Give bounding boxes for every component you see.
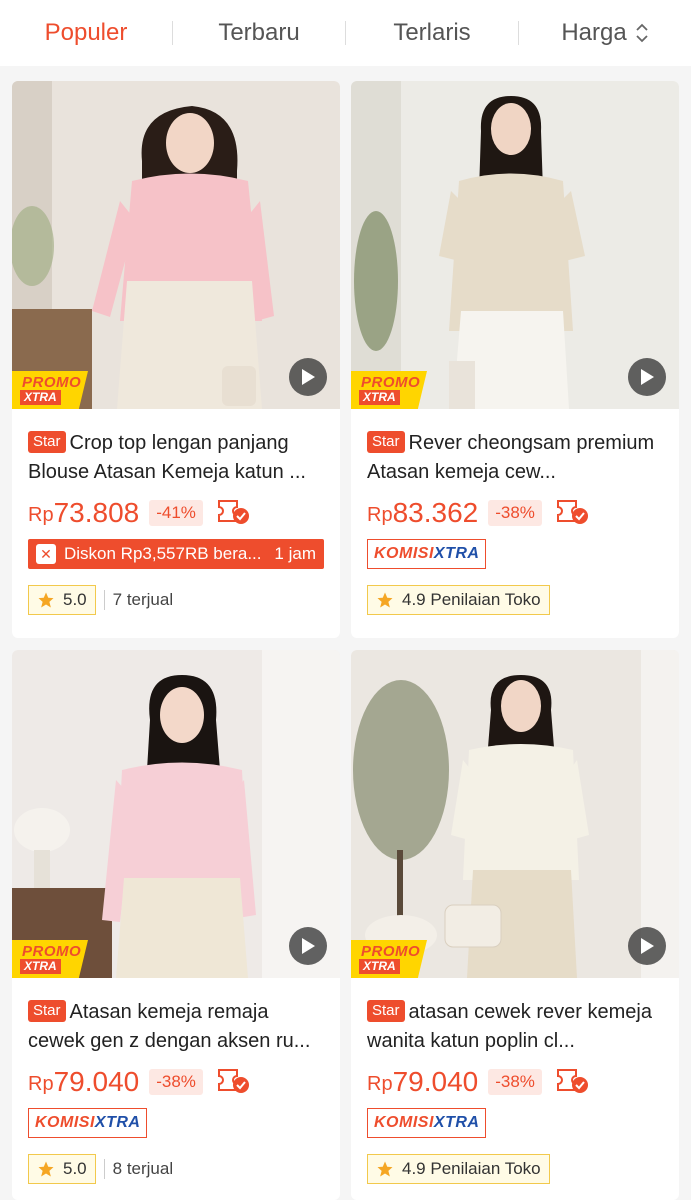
sold-count: 7 terjual xyxy=(112,590,174,609)
tab-terbaru[interactable]: Terbaru xyxy=(173,0,345,66)
product-card[interactable]: PROMO XTRA Star Rever cheongsam premium A… xyxy=(351,81,679,638)
product-photo xyxy=(12,650,340,978)
promo-label-xtra: XTRA xyxy=(359,959,400,974)
divider xyxy=(103,590,105,610)
star-icon xyxy=(377,1161,393,1177)
currency: Rp xyxy=(367,503,393,526)
promo-label: PROMO xyxy=(361,374,421,391)
divider xyxy=(103,1159,105,1179)
promo-label-xtra: XTRA xyxy=(20,390,61,405)
product-title-text: Rever cheongsam premium Atasan kemeja ce… xyxy=(367,432,655,483)
rating-badge: 4.9 Penilaian Toko xyxy=(367,585,550,615)
komisi-xtra-badge: KOMISI XTRA xyxy=(28,1108,148,1138)
product-card[interactable]: PROMO XTRA Star Atasan kemeja remaja cewe… xyxy=(12,650,340,1200)
play-video-icon[interactable] xyxy=(289,927,327,965)
product-price: 73.808 xyxy=(53,497,140,528)
flash-time: 1 jam xyxy=(274,544,316,563)
star-seller-badge: Star xyxy=(367,1000,405,1022)
tab-label: Harga xyxy=(561,19,627,46)
product-title: Star atasan cewek rever kemeja wanita kat… xyxy=(367,998,663,1056)
sold-count: 8 terjual xyxy=(112,1159,174,1178)
product-card[interactable]: PROMO XTRA Star atasan cewek rever kemeja… xyxy=(351,650,679,1200)
promo-xtra-badge: PROMO XTRA xyxy=(351,940,427,978)
promo-label: PROMO xyxy=(22,374,82,391)
rating-badge: 4.9 Penilaian Toko xyxy=(367,1154,550,1184)
currency: Rp xyxy=(28,503,54,526)
product-image[interactable]: PROMO XTRA xyxy=(351,650,679,978)
komisi-label-xtra: XTRA xyxy=(433,1114,480,1131)
rating-badge: 5.0 xyxy=(28,585,96,615)
product-title-text: atasan cewek rever kemeja wanita katun p… xyxy=(367,1001,652,1052)
product-image[interactable]: PROMO XTRA xyxy=(12,81,340,409)
product-grid: PROMO XTRA Star Crop top lengan panjang B… xyxy=(0,66,691,1200)
product-photo xyxy=(351,650,679,978)
flash-text: Diskon Rp3,557RB bera... xyxy=(64,544,262,563)
product-photo xyxy=(351,81,679,409)
product-title-text: Crop top lengan panjang Blouse Atasan Ke… xyxy=(28,432,306,483)
tab-harga[interactable]: Harga xyxy=(519,0,691,66)
tab-label: Terlaris xyxy=(393,19,471,46)
product-image[interactable]: PROMO XTRA xyxy=(12,650,340,978)
rating-value: 4.9 Penilaian Toko xyxy=(402,590,541,609)
promo-xtra-badge: PROMO XTRA xyxy=(12,371,88,409)
komisi-label: KOMISI xyxy=(374,1114,434,1131)
voucher-icon xyxy=(215,1066,251,1099)
sort-arrows-icon xyxy=(635,22,649,44)
flash-discount-banner[interactable]: ✕ Diskon Rp3,557RB bera... 1 jam xyxy=(28,539,324,569)
star-seller-badge: Star xyxy=(28,431,66,453)
voucher-icon xyxy=(215,497,251,530)
tab-populer[interactable]: Populer xyxy=(0,0,172,66)
discount-badge: -38% xyxy=(488,500,542,526)
discount-badge: -41% xyxy=(149,500,203,526)
komisi-xtra-badge: KOMISI XTRA xyxy=(367,539,487,569)
star-icon xyxy=(377,592,393,608)
rating-value: 4.9 Penilaian Toko xyxy=(402,1159,541,1178)
komisi-label: KOMISI xyxy=(374,545,434,562)
promo-label-xtra: XTRA xyxy=(359,390,400,405)
komisi-xtra-badge: KOMISI XTRA xyxy=(367,1108,487,1138)
currency: Rp xyxy=(28,1072,54,1095)
currency: Rp xyxy=(367,1072,393,1095)
discount-badge: -38% xyxy=(149,1069,203,1095)
star-icon xyxy=(38,592,54,608)
promo-xtra-badge: PROMO XTRA xyxy=(12,940,88,978)
play-video-icon[interactable] xyxy=(628,927,666,965)
product-title: Star Rever cheongsam premium Atasan kemej… xyxy=(367,429,663,487)
star-icon xyxy=(38,1161,54,1177)
promo-label: PROMO xyxy=(22,943,82,960)
product-title: Star Crop top lengan panjang Blouse Atasa… xyxy=(28,429,324,487)
rating-value: 5.0 xyxy=(63,590,87,609)
rating-value: 5.0 xyxy=(63,1159,87,1178)
product-price: 79.040 xyxy=(53,1066,140,1097)
komisi-label-xtra: XTRA xyxy=(94,1114,141,1131)
discount-badge: -38% xyxy=(488,1069,542,1095)
product-image[interactable]: PROMO XTRA xyxy=(351,81,679,409)
product-price: 79.040 xyxy=(392,1066,479,1097)
product-photo xyxy=(12,81,340,409)
star-seller-badge: Star xyxy=(367,431,405,453)
product-card[interactable]: PROMO XTRA Star Crop top lengan panjang B… xyxy=(12,81,340,638)
product-price: 83.362 xyxy=(392,497,479,528)
product-title-text: Atasan kemeja remaja cewek gen z dengan … xyxy=(28,1001,311,1052)
tab-terlaris[interactable]: Terlaris xyxy=(346,0,518,66)
promo-label: PROMO xyxy=(361,943,421,960)
play-video-icon[interactable] xyxy=(628,358,666,396)
tab-label: Populer xyxy=(44,19,128,46)
play-video-icon[interactable] xyxy=(289,358,327,396)
promo-xtra-badge: PROMO XTRA xyxy=(351,371,427,409)
komisi-label: KOMISI xyxy=(35,1114,95,1131)
discount-icon: ✕ xyxy=(36,544,56,564)
tab-label: Terbaru xyxy=(218,19,300,46)
voucher-icon xyxy=(554,497,590,530)
star-seller-badge: Star xyxy=(28,1000,66,1022)
komisi-label-xtra: XTRA xyxy=(433,545,480,562)
voucher-icon xyxy=(554,1066,590,1099)
sort-bar: Populer Terbaru Terlaris Harga xyxy=(0,0,691,66)
rating-badge: 5.0 xyxy=(28,1154,96,1184)
promo-label-xtra: XTRA xyxy=(20,959,61,974)
product-title: Star Atasan kemeja remaja cewek gen z den… xyxy=(28,998,324,1056)
